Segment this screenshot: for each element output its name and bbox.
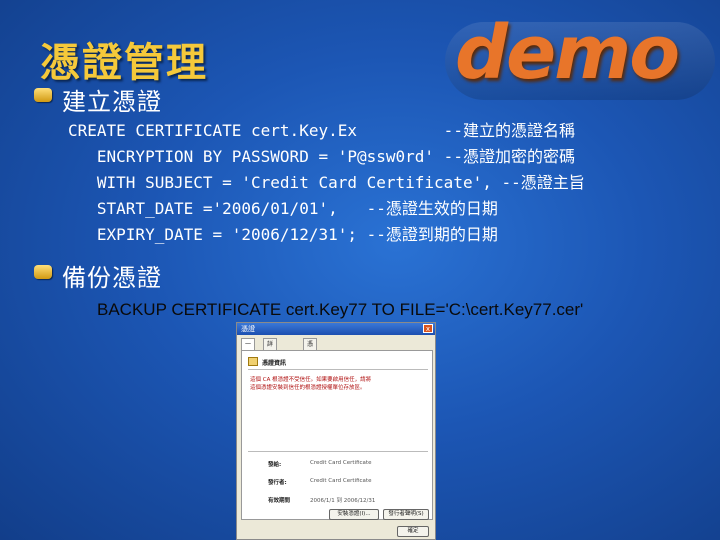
dialog-panel: 憑證資訊 這個 CA 根憑證不受信任。如果要啟用信任，請將 這個憑證安裝到信任的… <box>241 350 433 520</box>
issuer-statement-button[interactable]: 發行者聲明(S) <box>383 509 429 520</box>
cert-info-heading: 憑證資訊 <box>262 360 287 367</box>
close-icon[interactable]: x <box>423 324 433 333</box>
backup-command: BACKUP CERTIFICATE cert.Key77 TO FILE='C… <box>97 300 584 319</box>
field-label: 有效期間 <box>268 498 291 504</box>
cert-warning-line: 這個憑證安裝到信任的根憑證授權單位存放區。 <box>250 385 366 391</box>
cert-fields: 發給: Credit Card Certificate 發行者: Credit … <box>248 451 428 513</box>
code-line: START_DATE ='2006/01/01', --憑證生效的日期 <box>68 199 498 218</box>
field-value: 2006/1/1 到 2006/12/31 <box>310 498 376 504</box>
dialog-titlebar: 憑證 x <box>237 323 435 335</box>
tab-cert-path[interactable]: 憑證路徑 <box>303 338 318 384</box>
tab-general[interactable]: 一般 <box>241 338 256 360</box>
bullet-icon <box>34 88 52 102</box>
tab-details[interactable]: 詳細資料 <box>263 338 278 384</box>
cert-warning-line: 這個 CA 根憑證不受信任。如果要啟用信任，請將 <box>250 377 372 383</box>
code-line: EXPIRY_DATE = '2006/12/31'; --憑證到期的日期 <box>68 225 498 244</box>
code-line: ENCRYPTION BY PASSWORD = 'P@ssw0rd' --憑證… <box>68 147 575 166</box>
slide-title: 憑證管理 <box>40 39 208 86</box>
divider <box>248 369 428 370</box>
field-label: 發行者: <box>268 480 287 486</box>
certificate-dialog: 憑證 x 一般 詳細資料 憑證路徑 憑證資訊 這個 CA 根憑證不受信任。如果要… <box>236 322 436 540</box>
dialog-title: 憑證 <box>241 325 255 333</box>
ok-button[interactable]: 確定 <box>397 526 429 537</box>
code-line: CREATE CERTIFICATE cert.Key.Ex --建立的憑證名稱 <box>68 121 575 140</box>
section-heading-backup: 備份憑證 <box>62 264 162 292</box>
field-label: 發給: <box>268 462 282 468</box>
field-value: Credit Card Certificate <box>310 478 372 484</box>
certificate-icon <box>248 357 258 366</box>
bullet-icon <box>34 265 52 279</box>
section-heading-create: 建立憑證 <box>62 88 162 116</box>
field-value: Credit Card Certificate <box>310 460 372 466</box>
demo-logo: demo <box>455 10 680 96</box>
code-line: WITH SUBJECT = 'Credit Card Certificate'… <box>68 173 585 192</box>
install-certificate-button[interactable]: 安裝憑證(I)... <box>329 509 379 520</box>
